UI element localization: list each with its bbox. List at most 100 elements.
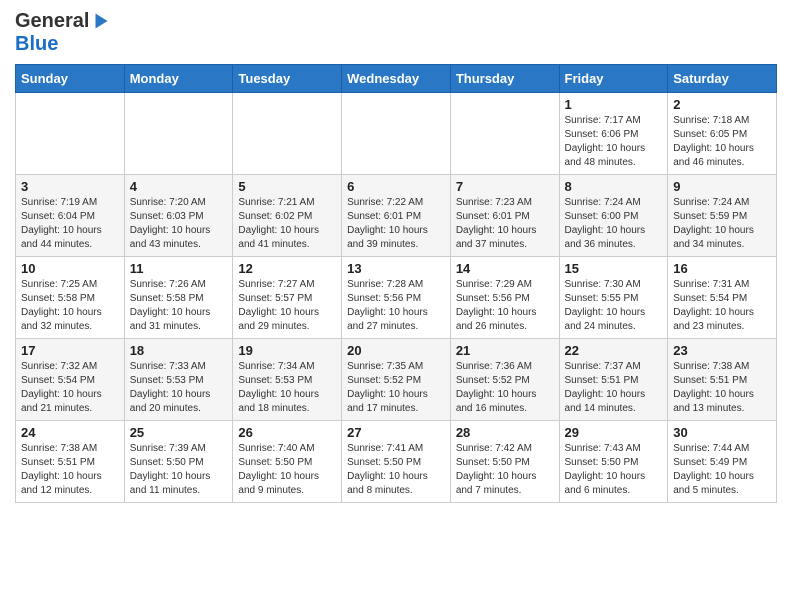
day-number: 22: [565, 343, 663, 358]
day-number: 13: [347, 261, 445, 276]
day-number: 11: [130, 261, 228, 276]
day-info: Sunrise: 7:42 AM Sunset: 5:50 PM Dayligh…: [456, 442, 554, 498]
calendar-cell: 15 Sunrise: 7:30 AM Sunset: 5:55 PM Dayli…: [559, 257, 668, 339]
day-info: Sunrise: 7:23 AM Sunset: 6:01 PM Dayligh…: [456, 196, 554, 252]
day-number: 8: [565, 179, 663, 194]
day-number: 2: [673, 97, 771, 112]
calendar-cell: 29 Sunrise: 7:43 AM Sunset: 5:50 PM Dayli…: [559, 421, 668, 503]
day-number: 29: [565, 425, 663, 440]
day-number: 12: [238, 261, 336, 276]
logo-general-text: General: [15, 10, 89, 33]
calendar-cell: 8 Sunrise: 7:24 AM Sunset: 6:00 PM Daylig…: [559, 175, 668, 257]
calendar-cell: 20 Sunrise: 7:35 AM Sunset: 5:52 PM Dayli…: [342, 339, 451, 421]
day-info: Sunrise: 7:28 AM Sunset: 5:56 PM Dayligh…: [347, 278, 445, 334]
weekday-header: Monday: [124, 65, 233, 93]
day-info: Sunrise: 7:18 AM Sunset: 6:05 PM Dayligh…: [673, 114, 771, 170]
calendar-cell: 17 Sunrise: 7:32 AM Sunset: 5:54 PM Dayli…: [16, 339, 125, 421]
calendar-cell: 16 Sunrise: 7:31 AM Sunset: 5:54 PM Dayli…: [668, 257, 777, 339]
weekday-header: Sunday: [16, 65, 125, 93]
day-info: Sunrise: 7:38 AM Sunset: 5:51 PM Dayligh…: [21, 442, 119, 498]
calendar-cell: [233, 93, 342, 175]
header: General Blue: [15, 10, 777, 56]
calendar-cell: 23 Sunrise: 7:38 AM Sunset: 5:51 PM Dayli…: [668, 339, 777, 421]
calendar-cell: 14 Sunrise: 7:29 AM Sunset: 5:56 PM Dayli…: [450, 257, 559, 339]
day-info: Sunrise: 7:33 AM Sunset: 5:53 PM Dayligh…: [130, 360, 228, 416]
calendar-cell: [124, 93, 233, 175]
calendar-cell: [16, 93, 125, 175]
day-number: 23: [673, 343, 771, 358]
day-number: 30: [673, 425, 771, 440]
day-number: 16: [673, 261, 771, 276]
calendar-cell: 5 Sunrise: 7:21 AM Sunset: 6:02 PM Daylig…: [233, 175, 342, 257]
calendar-cell: 26Sunrise: 7:40 AM Sunset: 5:50 PM Dayli…: [233, 421, 342, 503]
day-info: Sunrise: 7:26 AM Sunset: 5:58 PM Dayligh…: [130, 278, 228, 334]
weekday-header: Thursday: [450, 65, 559, 93]
day-number: 9: [673, 179, 771, 194]
weekday-header: Friday: [559, 65, 668, 93]
day-number: 24: [21, 425, 119, 440]
calendar-cell: 2 Sunrise: 7:18 AM Sunset: 6:05 PM Daylig…: [668, 93, 777, 175]
calendar-cell: 7Sunrise: 7:23 AM Sunset: 6:01 PM Daylig…: [450, 175, 559, 257]
day-info: Sunrise: 7:24 AM Sunset: 5:59 PM Dayligh…: [673, 196, 771, 252]
calendar-cell: 21 Sunrise: 7:36 AM Sunset: 5:52 PM Dayli…: [450, 339, 559, 421]
calendar-week-row: 10 Sunrise: 7:25 AM Sunset: 5:58 PM Dayli…: [16, 257, 777, 339]
day-info: Sunrise: 7:44 AM Sunset: 5:49 PM Dayligh…: [673, 442, 771, 498]
calendar-week-row: 17 Sunrise: 7:32 AM Sunset: 5:54 PM Dayli…: [16, 339, 777, 421]
day-number: 15: [565, 261, 663, 276]
page: General Blue SundayMondayTuesdayWednesda…: [0, 0, 792, 518]
calendar-cell: [450, 93, 559, 175]
day-number: 26: [238, 425, 336, 440]
day-number: 20: [347, 343, 445, 358]
logo-blue-text: Blue: [15, 33, 58, 55]
calendar-cell: 18 Sunrise: 7:33 AM Sunset: 5:53 PM Dayli…: [124, 339, 233, 421]
day-number: 14: [456, 261, 554, 276]
calendar-cell: 6 Sunrise: 7:22 AM Sunset: 6:01 PM Daylig…: [342, 175, 451, 257]
logo-icon: [91, 12, 109, 30]
day-info: Sunrise: 7:32 AM Sunset: 5:54 PM Dayligh…: [21, 360, 119, 416]
day-number: 21: [456, 343, 554, 358]
day-number: 3: [21, 179, 119, 194]
day-info: Sunrise: 7:25 AM Sunset: 5:58 PM Dayligh…: [21, 278, 119, 334]
day-info: Sunrise: 7:20 AM Sunset: 6:03 PM Dayligh…: [130, 196, 228, 252]
day-info: Sunrise: 7:39 AM Sunset: 5:50 PM Dayligh…: [130, 442, 228, 498]
day-info: Sunrise: 7:24 AM Sunset: 6:00 PM Dayligh…: [565, 196, 663, 252]
weekday-header: Wednesday: [342, 65, 451, 93]
calendar-cell: 11 Sunrise: 7:26 AM Sunset: 5:58 PM Dayli…: [124, 257, 233, 339]
calendar-week-row: 3 Sunrise: 7:19 AM Sunset: 6:04 PM Daylig…: [16, 175, 777, 257]
day-number: 25: [130, 425, 228, 440]
calendar-cell: 30 Sunrise: 7:44 AM Sunset: 5:49 PM Dayli…: [668, 421, 777, 503]
day-info: Sunrise: 7:27 AM Sunset: 5:57 PM Dayligh…: [238, 278, 336, 334]
day-info: Sunrise: 7:38 AM Sunset: 5:51 PM Dayligh…: [673, 360, 771, 416]
day-info: Sunrise: 7:17 AM Sunset: 6:06 PM Dayligh…: [565, 114, 663, 170]
day-number: 10: [21, 261, 119, 276]
day-info: Sunrise: 7:21 AM Sunset: 6:02 PM Dayligh…: [238, 196, 336, 252]
calendar-cell: 28Sunrise: 7:42 AM Sunset: 5:50 PM Dayli…: [450, 421, 559, 503]
day-info: Sunrise: 7:34 AM Sunset: 5:53 PM Dayligh…: [238, 360, 336, 416]
calendar-cell: 10 Sunrise: 7:25 AM Sunset: 5:58 PM Dayli…: [16, 257, 125, 339]
day-info: Sunrise: 7:43 AM Sunset: 5:50 PM Dayligh…: [565, 442, 663, 498]
day-number: 18: [130, 343, 228, 358]
calendar-cell: 13 Sunrise: 7:28 AM Sunset: 5:56 PM Dayli…: [342, 257, 451, 339]
day-number: 5: [238, 179, 336, 194]
day-info: Sunrise: 7:30 AM Sunset: 5:55 PM Dayligh…: [565, 278, 663, 334]
day-info: Sunrise: 7:19 AM Sunset: 6:04 PM Dayligh…: [21, 196, 119, 252]
day-info: Sunrise: 7:29 AM Sunset: 5:56 PM Dayligh…: [456, 278, 554, 334]
day-info: Sunrise: 7:41 AM Sunset: 5:50 PM Dayligh…: [347, 442, 445, 498]
calendar-week-row: 1Sunrise: 7:17 AM Sunset: 6:06 PM Daylig…: [16, 93, 777, 175]
calendar-cell: 9 Sunrise: 7:24 AM Sunset: 5:59 PM Daylig…: [668, 175, 777, 257]
calendar-cell: 24 Sunrise: 7:38 AM Sunset: 5:51 PM Dayli…: [16, 421, 125, 503]
calendar-week-row: 24 Sunrise: 7:38 AM Sunset: 5:51 PM Dayli…: [16, 421, 777, 503]
weekday-header: Saturday: [668, 65, 777, 93]
calendar: SundayMondayTuesdayWednesdayThursdayFrid…: [15, 64, 777, 503]
calendar-cell: 22 Sunrise: 7:37 AM Sunset: 5:51 PM Dayli…: [559, 339, 668, 421]
calendar-header-row: SundayMondayTuesdayWednesdayThursdayFrid…: [16, 65, 777, 93]
day-number: 17: [21, 343, 119, 358]
day-info: Sunrise: 7:31 AM Sunset: 5:54 PM Dayligh…: [673, 278, 771, 334]
day-info: Sunrise: 7:22 AM Sunset: 6:01 PM Dayligh…: [347, 196, 445, 252]
day-info: Sunrise: 7:37 AM Sunset: 5:51 PM Dayligh…: [565, 360, 663, 416]
calendar-cell: [342, 93, 451, 175]
day-number: 6: [347, 179, 445, 194]
day-info: Sunrise: 7:36 AM Sunset: 5:52 PM Dayligh…: [456, 360, 554, 416]
day-info: Sunrise: 7:35 AM Sunset: 5:52 PM Dayligh…: [347, 360, 445, 416]
day-number: 19: [238, 343, 336, 358]
